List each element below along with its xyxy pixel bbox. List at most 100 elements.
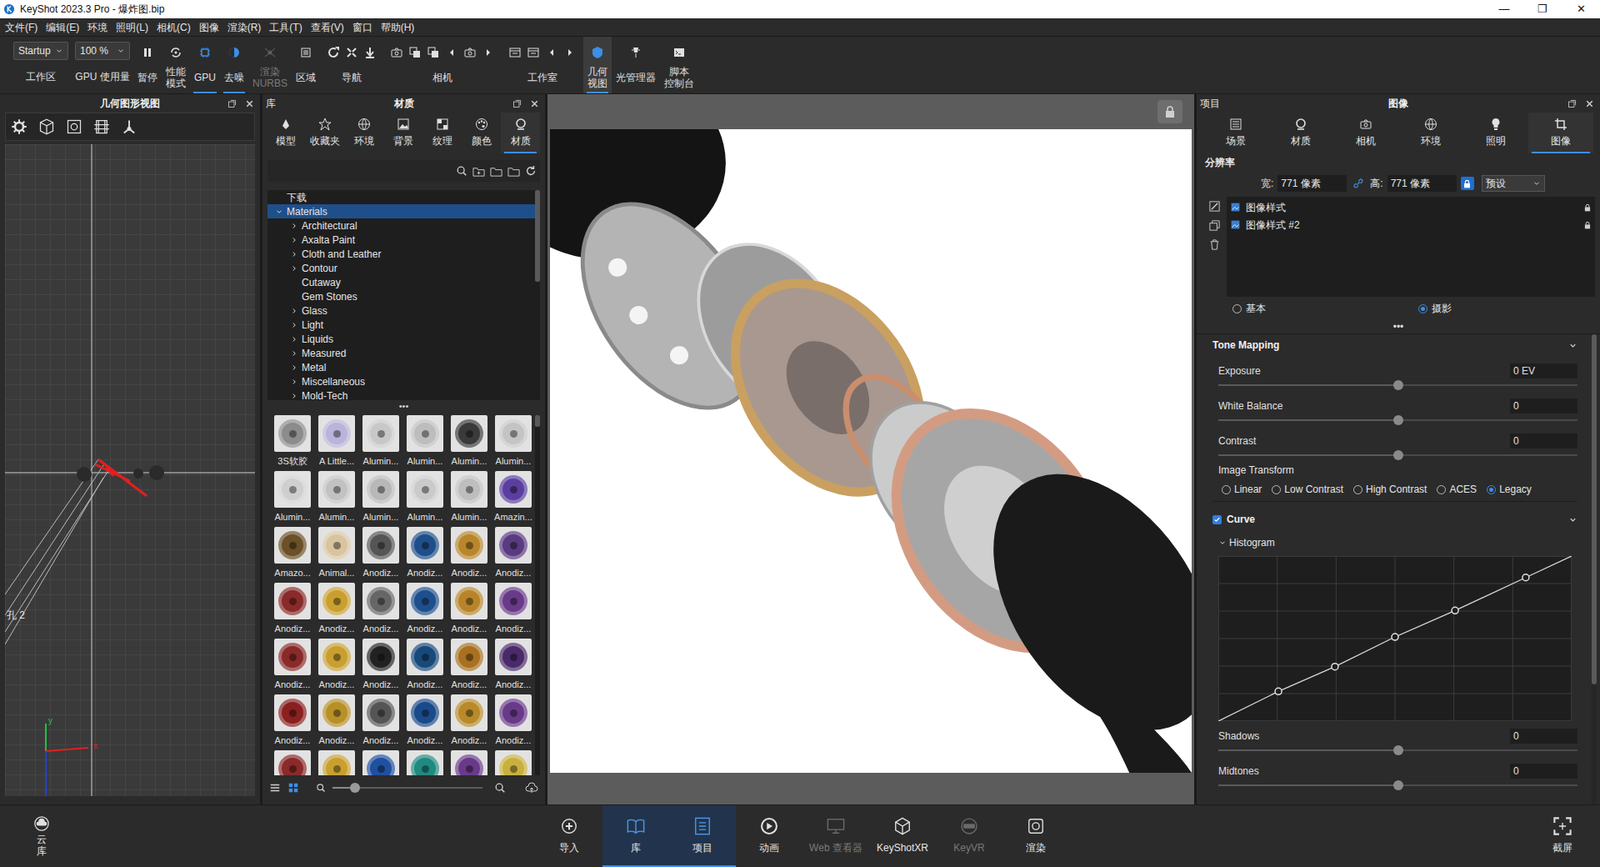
material-thumbnail[interactable]: 3S软胶 [270,415,315,471]
material-thumbnail[interactable]: Anodiz... [359,526,403,583]
project-tab[interactable]: 图像 [1528,112,1594,154]
chevron-right-icon[interactable] [290,363,299,372]
slider-knob[interactable] [1393,450,1404,460]
transform-option[interactable]: ACES [1436,481,1477,497]
material-thumbnail[interactable]: Anodiz... [447,638,491,695]
chevron-down-icon[interactable] [1568,340,1578,350]
material-thumbnail[interactable]: Anodiz... [359,638,403,695]
material-thumbnail[interactable]: Anodiz... [447,526,491,583]
project-tab[interactable]: 材质 [1268,112,1334,154]
material-thumbnail[interactable]: Anodiz... [447,582,491,639]
library-tab[interactable]: 环境 [344,112,384,154]
grid-plane-icon[interactable] [93,118,110,135]
cam-icon[interactable] [390,45,404,60]
histogram-header[interactable]: Histogram [1218,533,1578,552]
right-icon[interactable] [481,45,495,60]
image-style-row[interactable]: 图像样式 #2 [1226,215,1595,234]
search-icon[interactable] [455,165,468,177]
cube-icon[interactable] [38,118,55,135]
bottom-nav-button[interactable]: 渲染 [1002,805,1070,867]
material-thumbnail[interactable]: Alumin... [403,415,447,471]
menu-item[interactable]: 环境 [83,20,112,35]
curve-point[interactable] [1391,633,1399,640]
slider-value-field[interactable]: 0 [1510,398,1578,414]
tree-row[interactable]: Glass [267,303,535,318]
slider-value-field[interactable]: 0 [1510,763,1578,779]
axes-icon[interactable] [120,118,138,135]
splitter-handle[interactable]: ••• [1196,320,1600,334]
cloud-upload-icon[interactable] [525,780,539,795]
link-icon[interactable] [1352,177,1365,190]
library-tab[interactable]: 材质 [500,112,540,154]
material-thumbnail[interactable]: Anodiz... [315,694,359,750]
transform-option[interactable]: High Contrast [1353,481,1427,497]
material-thumbnail[interactable]: Anodiz... [359,582,403,639]
transform-option[interactable]: Legacy [1486,481,1532,497]
bottom-nav-button[interactable]: 动画 [735,805,803,867]
library-tab[interactable]: 背景 [383,112,423,154]
scrollbar-thumb[interactable] [535,190,540,282]
left-icon[interactable] [445,45,459,60]
library-tab[interactable]: 模型 [265,112,305,154]
toolbar-button[interactable]: 性能 模式 [161,36,190,94]
zoom-out-icon[interactable] [315,782,326,793]
zoom-slider-knob[interactable] [350,782,360,793]
slider-knob[interactable] [1393,380,1404,390]
material-thumbnail[interactable]: Anodiz... [447,694,491,750]
curve-checkbox[interactable] [1212,515,1222,525]
chevron-down-icon[interactable] [1218,538,1227,547]
mode-radio[interactable] [1418,304,1428,314]
material-thumbnail[interactable] [270,750,315,775]
close-icon[interactable] [244,98,255,110]
chevron-right-icon[interactable] [290,306,299,315]
slider-track[interactable] [1218,784,1578,786]
menu-item[interactable]: 窗口 [348,20,377,35]
slider-track[interactable] [1218,454,1578,456]
material-thumbnail[interactable]: A Little... [315,415,359,471]
reload-icon[interactable] [525,165,537,177]
slider-value-field[interactable]: 0 EV [1510,363,1578,379]
material-thumbnail[interactable]: Alumin... [359,470,403,527]
material-thumbnail[interactable]: Anodiz... [270,694,315,750]
trash-icon[interactable] [1206,238,1222,251]
bottom-nav-button[interactable]: 库 [602,805,670,867]
studio-icon[interactable] [526,45,540,60]
material-thumbnail[interactable]: Alumin... [403,470,447,527]
menu-item[interactable]: 相机(C) [152,20,195,35]
tree-row[interactable]: Contour [267,260,535,275]
tree-row[interactable]: Measured [267,345,535,360]
material-thumbnail[interactable]: Anodiz... [491,638,535,695]
down-icon[interactable] [363,45,377,60]
aspect-lock-button[interactable] [1460,176,1475,190]
viewport-lock-button[interactable] [1157,100,1183,124]
material-thumbnail[interactable]: Anodiz... [403,638,447,695]
tree-row[interactable]: Axalta Paint [267,232,535,247]
toolbar-button[interactable]: GPU [190,36,220,94]
material-thumbnail[interactable] [315,750,359,775]
geometry-canvas[interactable]: 孔 2yx [5,144,255,796]
toolbar-button[interactable]: 光管理器 [611,36,660,94]
menu-item[interactable]: 图像 [195,20,224,35]
material-thumbnail[interactable]: Anodiz... [491,694,535,750]
toolbar-button[interactable]: 去噪 [220,36,249,94]
transform-radio[interactable] [1486,485,1496,495]
project-tab[interactable]: 照明 [1463,112,1529,154]
library-tab[interactable]: 颜色 [461,112,501,154]
copy-icon[interactable] [408,45,422,60]
project-tab[interactable]: 场景 [1203,112,1269,154]
toolbar-button[interactable]: 脚本 控制台 [660,36,699,94]
material-thumbnail[interactable]: Anodiz... [315,582,359,639]
material-thumbnail[interactable]: Amazin... [491,470,535,527]
material-thumbnail[interactable] [403,750,447,775]
tree-row[interactable]: Architectural [267,218,535,233]
tree-row[interactable]: Metal [267,360,535,375]
gear-icon[interactable] [10,118,28,135]
project-tab[interactable]: 相机 [1333,112,1399,154]
slider-value-field[interactable]: 0 [1510,728,1578,744]
cam-icon[interactable] [463,45,477,60]
mode-option[interactable]: 摄影 [1418,300,1452,316]
edit-style-icon[interactable] [1206,200,1222,213]
transform-option[interactable]: Linear [1221,481,1262,497]
image-style-row[interactable]: 图像样式 [1226,198,1595,216]
menu-item[interactable]: 文件(F) [0,20,42,35]
